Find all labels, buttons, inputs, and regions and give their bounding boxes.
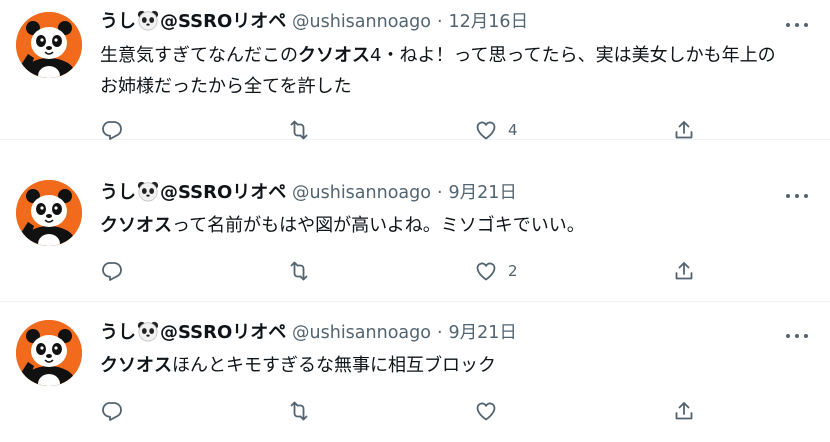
heart-icon xyxy=(474,118,498,142)
tweet[interactable]: うし @SSROリオペ @ushisannoago · 9月21日 クソオスほんとキモ… xyxy=(0,302,830,442)
display-name-suffix[interactable]: @SSROリオペ xyxy=(160,322,286,343)
tweet-header: うし @SSROリオペ @ushisannoago · 9月21日 xyxy=(100,319,517,347)
user-handle[interactable]: @ushisannoago xyxy=(292,12,431,32)
tweet-header: うし @SSROリオペ @ushisannoago · 12月16日 xyxy=(100,8,528,36)
reply-button[interactable] xyxy=(100,258,124,284)
tweet-text-after: って名前がもはや図が高いよね。ミソゴキでいい。 xyxy=(172,215,585,236)
tweet-text-highlight: クソオス xyxy=(100,215,172,236)
share-button[interactable] xyxy=(672,117,696,143)
user-handle[interactable]: @ushisannoago xyxy=(292,323,431,343)
panda-face-emoji xyxy=(137,320,159,342)
display-name[interactable]: うし xyxy=(100,322,136,343)
heart-icon xyxy=(474,399,498,423)
tweet-text: クソオスって名前がもはや図が高いよね。ミソゴキでいい。 xyxy=(100,210,790,241)
tweet-text-highlight: クソオス xyxy=(298,45,370,66)
separator-dot: · xyxy=(436,183,443,203)
tweet-text: 生意気すぎてなんだこのクソオス4・ねよ！って思ってたら、実は美女しかも年上のお姉… xyxy=(100,40,790,102)
more-horizontal-icon[interactable] xyxy=(786,192,808,200)
panda-avatar[interactable] xyxy=(16,12,82,78)
tweet-date[interactable]: 12月16日 xyxy=(449,12,529,32)
separator-dot: · xyxy=(436,323,443,343)
tweet-text: クソオスほんとキモすぎるな無事に相互ブロック xyxy=(100,350,790,381)
tweet-actions: 4 xyxy=(100,117,700,143)
panda-avatar[interactable] xyxy=(16,320,82,386)
retweet-icon xyxy=(287,259,311,283)
reply-icon xyxy=(100,118,124,142)
reply-icon xyxy=(100,399,124,423)
display-name-suffix[interactable]: @SSROリオペ xyxy=(160,11,286,32)
like-button[interactable]: 4 xyxy=(474,117,518,143)
display-name[interactable]: うし xyxy=(100,182,136,203)
display-name[interactable]: うし xyxy=(100,11,136,32)
tweet-actions: 2 xyxy=(100,258,700,284)
panda-avatar[interactable] xyxy=(16,180,82,246)
tweet-date[interactable]: 9月21日 xyxy=(449,183,517,203)
tweet[interactable]: うし @SSROリオペ @ushisannoago · 12月16日 生意気すぎてなん… xyxy=(0,0,830,140)
tweet-date[interactable]: 9月21日 xyxy=(449,323,517,343)
retweet-button[interactable] xyxy=(287,258,311,284)
tweet-text-before: 生意気すぎてなんだこの xyxy=(100,45,298,66)
reply-button[interactable] xyxy=(100,398,124,424)
separator-dot: · xyxy=(436,12,443,32)
tweet-header: うし @SSROリオペ @ushisannoago · 9月21日 xyxy=(100,179,517,207)
reply-icon xyxy=(100,259,124,283)
tweet-text-after: ほんとキモすぎるな無事に相互ブロック xyxy=(172,355,496,376)
tweet-text-highlight: クソオス xyxy=(100,355,172,376)
heart-icon xyxy=(474,259,498,283)
tweet[interactable]: うし @SSROリオペ @ushisannoago · 9月21日 クソオスって名前が… xyxy=(0,162,830,302)
more-horizontal-icon[interactable] xyxy=(786,21,808,29)
share-icon xyxy=(672,118,696,142)
retweet-icon xyxy=(287,399,311,423)
panda-face-emoji xyxy=(137,9,159,31)
share-icon xyxy=(672,259,696,283)
user-handle[interactable]: @ushisannoago xyxy=(292,183,431,203)
reply-button[interactable] xyxy=(100,117,124,143)
more-horizontal-icon[interactable] xyxy=(786,332,808,340)
display-name-suffix[interactable]: @SSROリオペ xyxy=(160,182,286,203)
like-button[interactable]: 2 xyxy=(474,258,518,284)
panda-face-emoji xyxy=(137,180,159,202)
like-count: 4 xyxy=(508,121,518,139)
like-count: 2 xyxy=(508,262,518,280)
share-icon xyxy=(672,399,696,423)
share-button[interactable] xyxy=(672,398,696,424)
retweet-button[interactable] xyxy=(287,117,311,143)
retweet-button[interactable] xyxy=(287,398,311,424)
tweet-actions xyxy=(100,398,700,424)
share-button[interactable] xyxy=(672,258,696,284)
like-button[interactable] xyxy=(474,398,508,424)
retweet-icon xyxy=(287,118,311,142)
